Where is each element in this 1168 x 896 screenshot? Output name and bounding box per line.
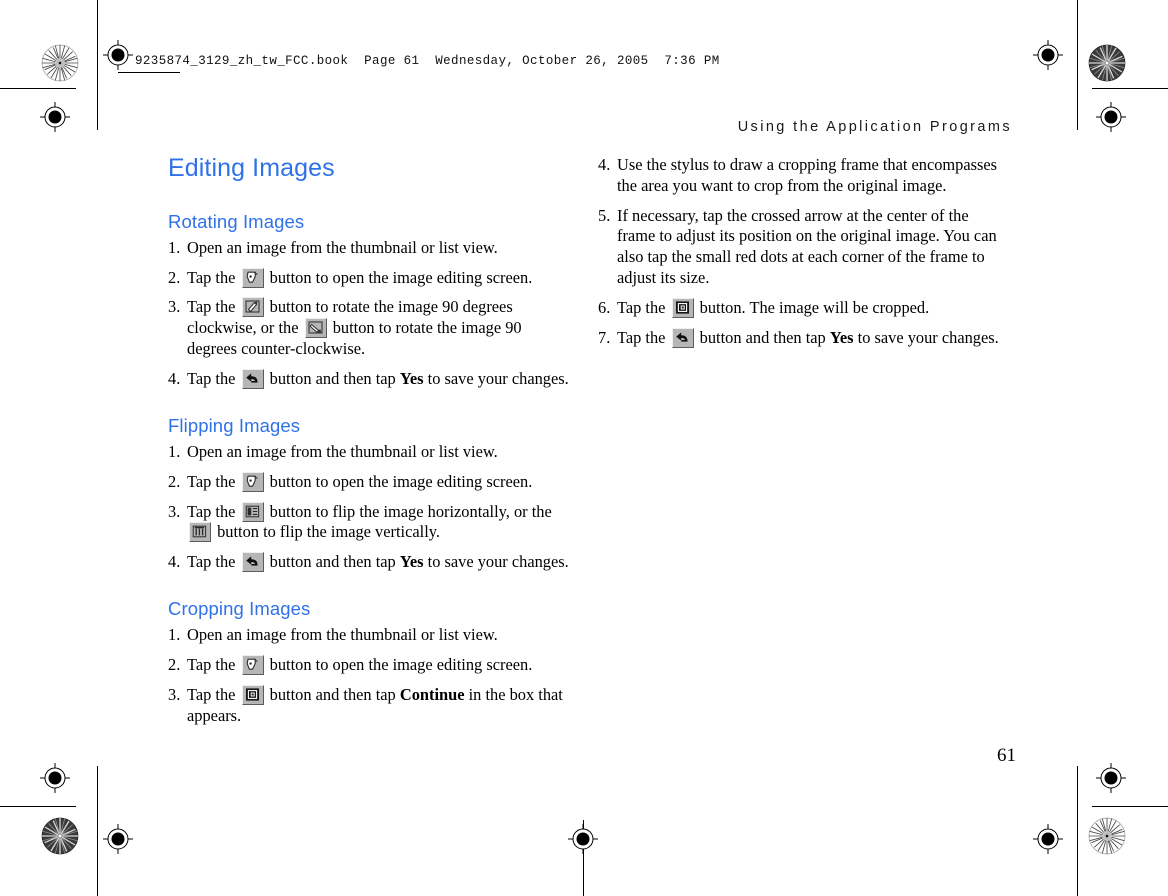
step-number: 1. [168,442,181,461]
step-text: button. The image will be cropped. [695,297,930,317]
edit-image-icon[interactable] [241,267,264,288]
step-text: button to flip the image horizontally, o… [265,501,552,521]
step-item: 1. Open an image from the thumbnail or li… [168,442,574,463]
step-text: button to flip the image vertically. [213,522,440,542]
page-number: 61 [997,745,1016,766]
step-text: Open an image from the thumbnail or list… [187,625,498,645]
step-text: button to open the image editing screen. [265,471,533,491]
step-number: 6. [598,297,611,317]
step-text: Open an image from the thumbnail or list… [187,237,498,257]
right-column-sections: 4. Use the stylus to draw a cropping fram… [598,155,1004,349]
step-number: 7. [598,327,611,347]
step-text: button to open the image editing screen. [265,267,533,287]
step-text: Use the stylus to draw a cropping frame … [617,155,998,195]
step-list: 1. Open an image from the thumbnail or li… [168,625,574,726]
right-column: 4. Use the stylus to draw a cropping fram… [598,155,1004,349]
step-number: 1. [168,237,181,257]
step-text: Open an image from the thumbnail or list… [187,442,498,461]
step-text: Tap the [187,501,240,521]
edit-image-icon[interactable] [241,655,264,676]
back-arrow-icon[interactable] [241,368,264,389]
step-item: 2. Tap the button to open the image editi… [168,471,574,493]
emphasis-text: Yes [399,368,424,388]
step-text: button and then tap [695,327,830,347]
step-number: 2. [168,267,181,287]
step-text: button and then tap [265,368,400,388]
step-list: 1. Open an image from the thumbnail or li… [168,238,574,390]
step-item: 4. Use the stylus to draw a cropping fram… [598,155,1004,197]
step-item: 2. Tap the button to open the image editi… [168,655,574,676]
page-title: Editing Images [168,154,335,182]
rotate-counter-clockwise-icon[interactable] [304,318,327,339]
step-text: button and then tap [265,552,400,572]
step-text: to save your changes. [423,368,569,388]
step-text: Tap the [187,685,240,705]
edit-image-icon[interactable] [241,471,264,492]
step-number: 5. [598,205,611,225]
step-item: 3. Tap the button to flip the image horiz… [168,501,574,544]
crop-icon[interactable] [241,685,264,706]
running-header: Using the Application Programs [737,119,1012,135]
step-text: to save your changes. [853,327,999,347]
back-arrow-icon[interactable] [671,327,694,348]
step-text: to save your changes. [423,552,569,572]
section-heading: Rotating Images [168,210,305,232]
section-heading: Flipping Images [168,414,301,436]
step-list: 1. Open an image from the thumbnail or li… [168,442,574,573]
step-text: Tap the [187,471,240,491]
step-number: 2. [168,655,181,675]
step-text: If necessary, tap the crossed arrow at t… [617,205,997,288]
step-text: Tap the [187,655,240,675]
step-item: 1. Open an image from the thumbnail or li… [168,238,574,259]
step-item: 3. Tap the button to rotate the image 90 … [168,297,574,359]
step-number: 3. [168,685,181,705]
emphasis-text: Yes [829,327,854,347]
step-number: 4. [598,155,611,174]
crop-icon[interactable] [671,297,694,318]
section-heading: Cropping Images [168,598,311,620]
step-text: Tap the [187,267,240,287]
step-item: 5. If necessary, tap the crossed arrow at… [598,206,1004,289]
left-column-sections: Rotating Images 1. Open an image from the … [168,211,574,727]
flip-horizontal-icon[interactable] [241,501,264,522]
flip-vertical-icon[interactable] [189,522,211,543]
back-arrow-icon[interactable] [241,552,264,573]
step-text: Tap the [617,327,670,347]
step-item: 1. Open an image from the thumbnail or li… [168,625,574,646]
emphasis-text: Continue [399,685,465,705]
rotate-clockwise-icon[interactable] [241,297,264,318]
step-number: 2. [168,471,181,491]
step-number: 3. [168,501,181,521]
step-item: 2. Tap the button to open the image editi… [168,267,574,289]
left-column: Editing Images Rotating Images 1. Open an … [168,154,574,727]
step-item: 7. Tap the button and then tap Yes to sav… [598,327,1004,349]
step-text: Tap the [187,297,240,317]
step-number: 1. [168,625,181,645]
step-text: button and then tap [265,685,400,705]
emphasis-text: Yes [399,552,424,572]
step-number: 4. [168,552,181,572]
step-item: 4. Tap the button and then tap Yes to sav… [168,552,574,573]
step-text: button to open the image editing screen. [265,655,533,675]
step-item: 4. Tap the button and then tap Yes to sav… [168,368,574,390]
step-text: Tap the [187,552,240,572]
step-number: 4. [168,368,181,388]
step-number: 3. [168,297,181,317]
step-text: Tap the [617,297,670,317]
step-item: 3. Tap the button and then tap Continue i… [168,685,574,727]
step-text: Tap the [187,368,240,388]
manual-page: Using the Application Programs Editing I… [0,0,1168,896]
step-list: 4. Use the stylus to draw a cropping fram… [598,155,1004,349]
step-item: 6. Tap the button. The image will be crop… [598,297,1004,319]
